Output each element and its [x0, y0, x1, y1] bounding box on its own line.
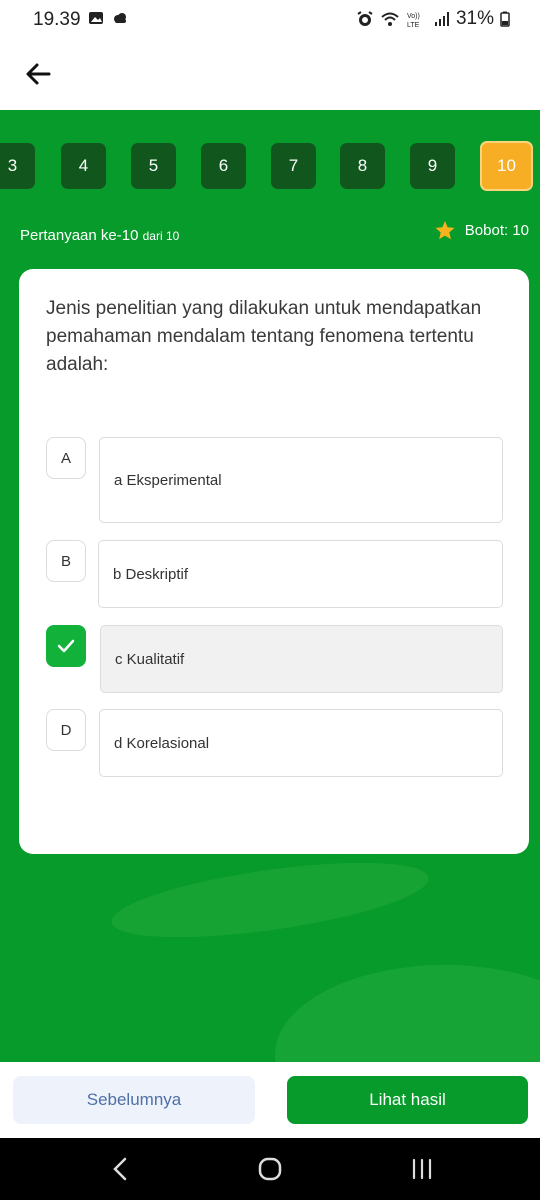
status-right-icons: Vo)) LTE 31%	[356, 8, 510, 30]
question-progress: Pertanyaan ke-10 dari 10	[20, 227, 179, 244]
question-label: Pertanyaan ke-10	[20, 227, 139, 244]
question-number-strip[interactable]: 3 4 5 6 7 8 9 10	[0, 141, 540, 191]
weight-label: Bobot: 10	[464, 222, 529, 239]
check-icon	[57, 639, 75, 653]
svg-text:LTE: LTE	[407, 22, 420, 28]
nav-back-button[interactable]	[100, 1152, 140, 1186]
option-d-letter[interactable]: D	[46, 709, 86, 751]
bottom-action-bar: Sebelumnya Lihat hasil	[0, 1062, 540, 1138]
quiz-area: 3 4 5 6 7 8 9 10 Pertanyaan ke-10 dari 1…	[0, 110, 540, 1062]
question-number-3[interactable]: 3	[0, 143, 35, 189]
question-number-4[interactable]: 4	[61, 143, 106, 189]
option-a[interactable]: a Eksperimental	[99, 437, 503, 523]
question-number-10-active[interactable]: 10	[480, 141, 533, 191]
question-number-9[interactable]: 9	[410, 143, 455, 189]
volte-icon: Vo)) LTE	[407, 13, 420, 28]
chevron-left-icon	[113, 1157, 127, 1181]
battery-icon	[500, 11, 510, 27]
view-results-button[interactable]: Lihat hasil	[287, 1076, 528, 1124]
question-weight: Bobot: 10	[435, 221, 529, 240]
app-header	[0, 40, 540, 110]
question-total: dari 10	[142, 229, 180, 243]
home-circle-icon	[258, 1157, 282, 1181]
battery-percent: 31%	[455, 8, 494, 29]
option-c-checkbox-selected[interactable]	[46, 625, 86, 667]
status-bar: 19.39 Vo)) LTE 31%	[0, 0, 540, 40]
option-b[interactable]: b Deskriptif	[98, 540, 503, 608]
cloud-icon	[114, 13, 126, 23]
status-left-icons	[88, 10, 128, 26]
arrow-left-icon	[26, 63, 51, 85]
image-icon	[89, 12, 103, 24]
signal-icon	[434, 12, 449, 26]
alarm-icon	[357, 11, 373, 26]
option-d[interactable]: d Korelasional	[99, 709, 503, 777]
nav-home-button[interactable]	[250, 1152, 290, 1186]
question-number-8[interactable]: 8	[340, 143, 385, 189]
question-number-7[interactable]: 7	[271, 143, 316, 189]
recents-icon	[412, 1158, 432, 1180]
svg-text:Vo)): Vo))	[407, 13, 420, 20]
background-decoration	[107, 848, 433, 952]
question-number-5[interactable]: 5	[131, 143, 176, 189]
status-time: 19.39	[33, 9, 81, 30]
option-b-letter[interactable]: B	[46, 540, 86, 582]
question-number-6[interactable]: 6	[201, 143, 246, 189]
background-decoration	[275, 965, 540, 1062]
system-nav-bar	[0, 1138, 540, 1200]
option-a-letter[interactable]: A	[46, 437, 86, 479]
option-c-selected[interactable]: c Kualitatif	[100, 625, 503, 693]
star-icon	[435, 221, 455, 240]
question-card: Jenis penelitian yang dilakukan untuk me…	[19, 269, 529, 854]
previous-button[interactable]: Sebelumnya	[13, 1076, 255, 1124]
nav-recents-button[interactable]	[402, 1152, 442, 1186]
wifi-icon	[381, 12, 399, 26]
back-button[interactable]	[22, 58, 54, 90]
question-text: Jenis penelitian yang dilakukan untuk me…	[46, 298, 482, 375]
